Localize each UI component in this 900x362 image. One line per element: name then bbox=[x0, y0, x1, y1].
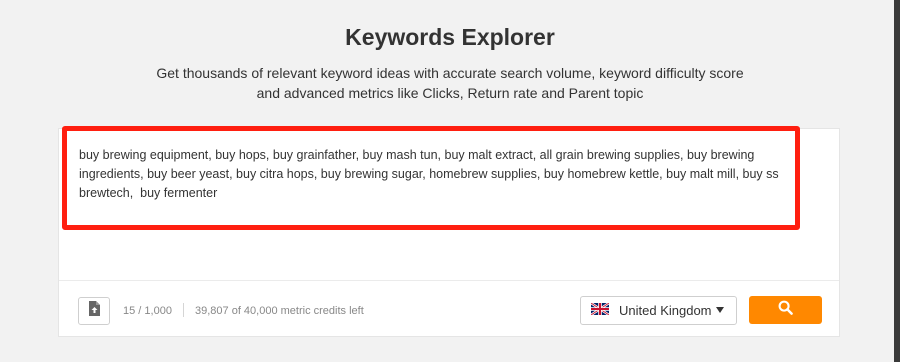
subtitle-line-2: and advanced metrics like Clicks, Return… bbox=[256, 85, 644, 101]
uk-flag-icon bbox=[590, 302, 610, 318]
page-subtitle: Get thousands of relevant keyword ideas … bbox=[0, 63, 900, 103]
highlight-annotation-box bbox=[62, 126, 800, 230]
search-icon bbox=[778, 300, 793, 320]
file-upload-icon bbox=[88, 301, 100, 321]
search-button[interactable] bbox=[749, 296, 822, 324]
window-edge bbox=[894, 0, 900, 362]
upload-file-button[interactable] bbox=[78, 297, 110, 325]
credits-left: 39,807 of 40,000 metric credits left bbox=[195, 305, 364, 317]
subtitle-line-1: Get thousands of relevant keyword ideas … bbox=[156, 65, 744, 81]
country-select-label: United Kingdom bbox=[619, 303, 712, 318]
keyword-count: 15 / 1,000 bbox=[123, 305, 172, 317]
country-select[interactable]: United Kingdom bbox=[580, 296, 737, 325]
page-title: Keywords Explorer bbox=[345, 24, 555, 50]
chevron-down-icon bbox=[716, 307, 724, 313]
divider bbox=[183, 303, 184, 317]
